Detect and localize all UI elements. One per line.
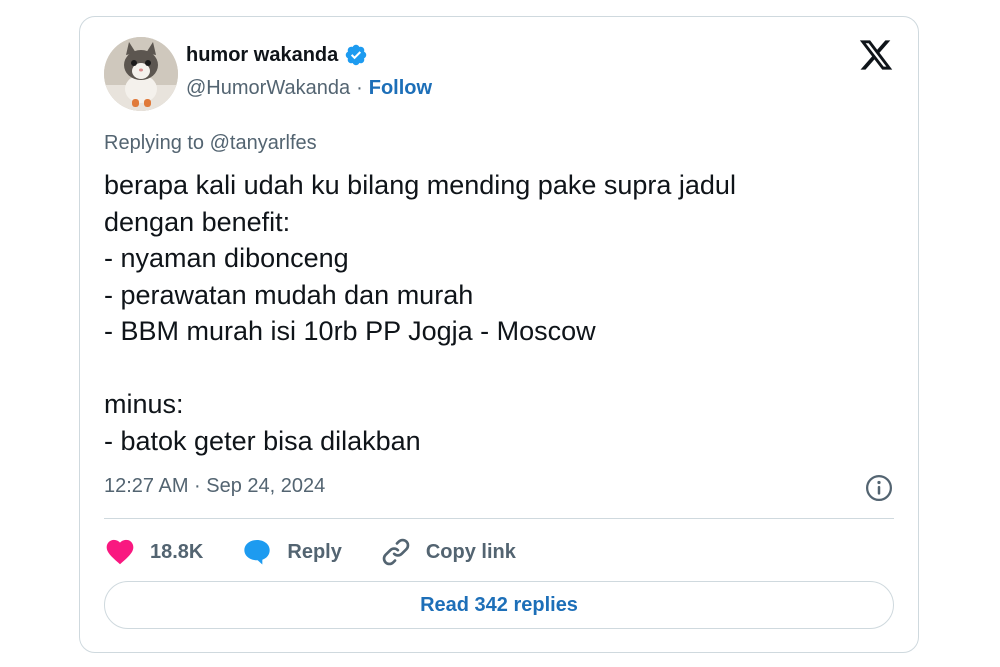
tweet-line: - BBM murah isi 10rb PP Jogja - Moscow [104, 316, 596, 346]
x-logo-icon[interactable] [858, 37, 894, 73]
link-icon [382, 538, 410, 566]
author-handle-row: @HumorWakanda · Follow [186, 77, 432, 100]
like-count: 18.8K [150, 540, 204, 563]
info-icon[interactable] [864, 473, 894, 503]
follow-button[interactable]: Follow [369, 77, 432, 100]
tweet-line [104, 350, 884, 387]
tweet-line: dengan benefit: [104, 206, 291, 237]
tweet-text: berapa kali udah ku bilang mending pake … [104, 167, 884, 459]
cat-avatar-icon [104, 37, 178, 111]
action-bar: 18.8K Reply Copy link [104, 535, 516, 569]
speech-bubble-icon [244, 540, 271, 565]
tweet-line: - batok geter bisa dilakban [104, 425, 421, 456]
author-display-name[interactable]: humor wakanda [186, 44, 338, 67]
copy-link-label: Copy link [425, 540, 516, 563]
author-name-row: humor wakanda [186, 43, 368, 67]
divider [104, 518, 894, 519]
author-handle[interactable]: @HumorWakanda [186, 77, 350, 100]
heart-icon [106, 539, 134, 565]
author-avatar[interactable] [104, 37, 178, 111]
tweet-line: minus: [104, 389, 184, 419]
like-button[interactable]: 18.8K [104, 536, 203, 568]
separator-dot: · [356, 77, 363, 99]
verified-badge-icon [344, 43, 368, 67]
tweet-line: berapa kali udah ku bilang mending pake … [104, 170, 736, 200]
reply-label: Reply [287, 540, 342, 563]
read-replies-button[interactable]: Read 342 replies [104, 581, 894, 629]
reply-button[interactable]: Reply [241, 536, 342, 568]
tweet-line: - nyaman dibonceng [104, 243, 349, 273]
replying-mention[interactable]: @tanyarlfes [210, 132, 317, 154]
tweet-timestamp[interactable]: 12:27 AM · Sep 24, 2024 [104, 475, 325, 498]
copy-link-button[interactable]: Copy link [380, 536, 516, 568]
replying-prefix: Replying to [104, 132, 205, 154]
tweet-line: - perawatan mudah dan murah [104, 279, 474, 310]
replying-to: Replying to @tanyarlfes [104, 132, 317, 155]
tweet-card: humor wakanda @HumorWakanda · Follow Rep… [79, 16, 919, 653]
